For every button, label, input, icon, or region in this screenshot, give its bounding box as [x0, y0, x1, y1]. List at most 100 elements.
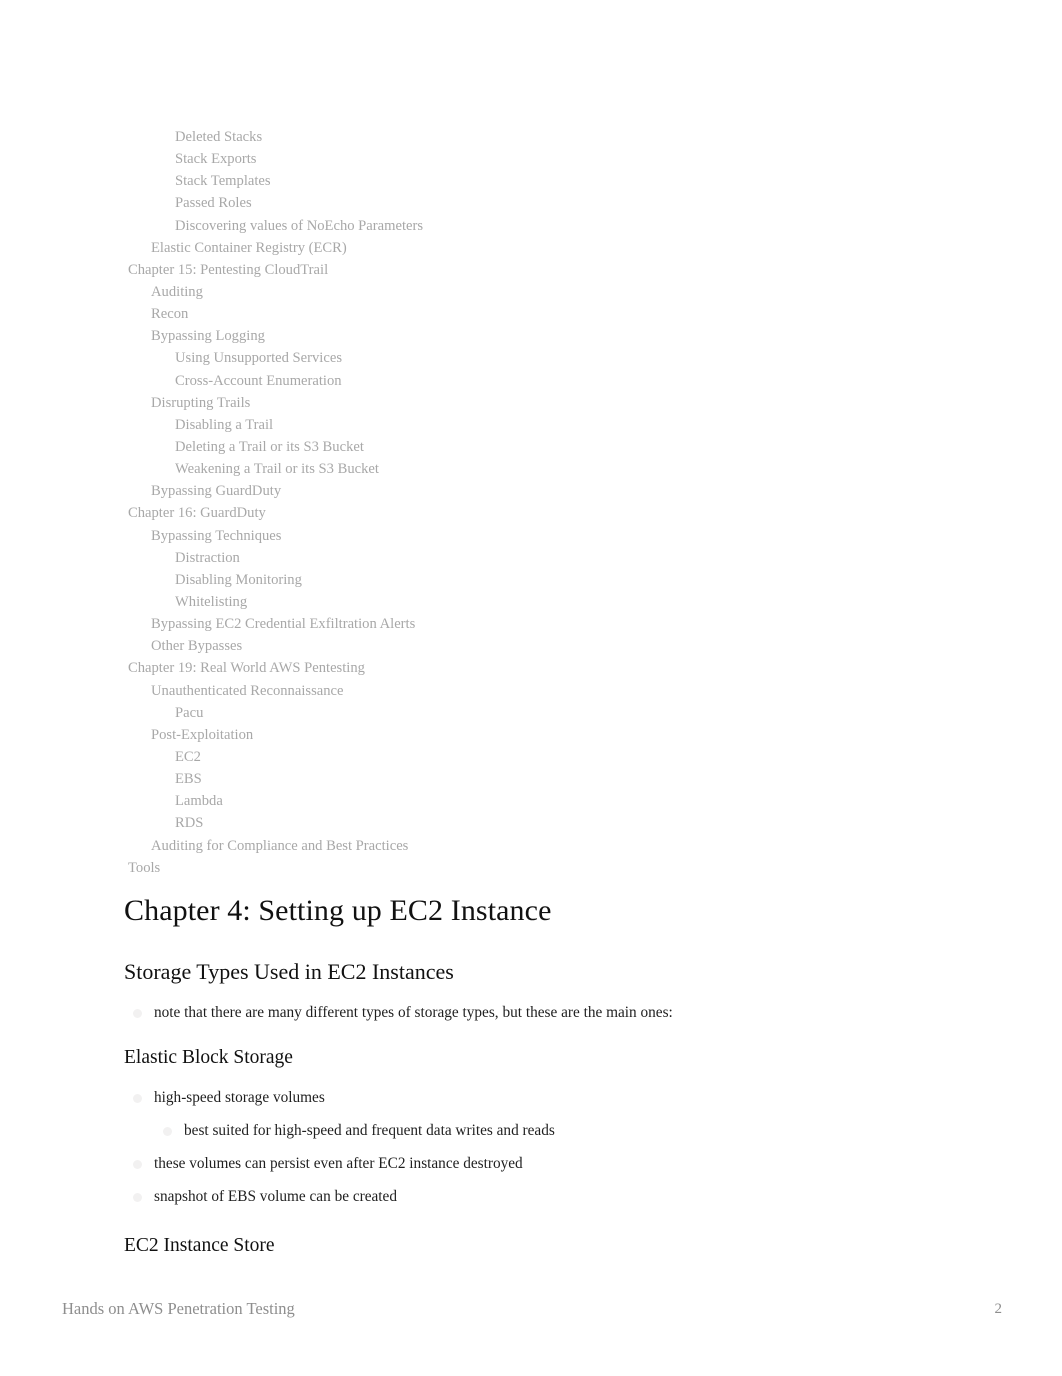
- subsection-heading-ec2-instance-store: EC2 Instance Store: [124, 1235, 275, 1256]
- toc-entry[interactable]: Auditing for Compliance and Best Practic…: [0, 835, 1062, 857]
- subsection-heading-elastic-block-storage: Elastic Block Storage: [124, 1047, 293, 1068]
- page-content: Chapter 4: Setting up EC2 Instance Stora…: [0, 890, 1062, 1261]
- toc-entry-label: Using Unsupported Services: [175, 350, 342, 367]
- toc-entry-label: Deleting a Trail or its S3 Bucket: [175, 438, 364, 455]
- toc-entry[interactable]: Disrupting Trails: [0, 392, 1062, 414]
- toc-entry[interactable]: Chapter 19: Real World AWS Pentesting: [0, 657, 1062, 679]
- toc-entry[interactable]: Lambda: [0, 790, 1062, 812]
- toc-entry[interactable]: Whitelisting: [0, 591, 1062, 613]
- toc-entry-label: Chapter 16: GuardDuty: [128, 505, 266, 522]
- page-footer: Hands on AWS Penetration Testing 2: [0, 1297, 1062, 1321]
- toc-entry-label: Bypassing Techniques: [151, 527, 282, 544]
- toc-entry-label: Bypassing GuardDuty: [151, 483, 282, 500]
- toc-entry-label: Lambda: [175, 793, 223, 810]
- bullet-dot-icon: [133, 1193, 142, 1202]
- toc-entry-label: Auditing: [151, 283, 203, 300]
- list-item: best suited for high-speed and frequent …: [0, 1120, 1062, 1141]
- list-item: high-speed storage volumes: [0, 1087, 1062, 1108]
- toc-entry-label: Whitelisting: [175, 593, 248, 610]
- toc-entry[interactable]: Elastic Container Registry (ECR): [0, 237, 1062, 259]
- toc-entry[interactable]: Distraction: [0, 547, 1062, 569]
- list-item-label: snapshot of EBS volume can be created: [154, 1188, 397, 1205]
- toc-entry-label: Auditing for Compliance and Best Practic…: [151, 837, 409, 854]
- bullet-dot-icon: [133, 1009, 142, 1018]
- toc-entry[interactable]: Other Bypasses: [0, 635, 1062, 657]
- toc-entry[interactable]: Post-Exploitation: [0, 724, 1062, 746]
- toc-entry[interactable]: Bypassing GuardDuty: [0, 480, 1062, 502]
- toc-entry-label: Discovering values of NoEcho Parameters: [175, 217, 424, 234]
- toc-entry[interactable]: Tools: [0, 857, 1062, 879]
- toc-entry-label: Chapter 19: Real World AWS Pentesting: [128, 660, 365, 677]
- document-page: Deleted Stacks Stack Exports Stack Templat…: [0, 0, 1062, 1376]
- toc-entry[interactable]: Auditing: [0, 281, 1062, 303]
- bullet-dot-icon: [133, 1160, 142, 1169]
- toc-entry[interactable]: Bypassing EC2 Credential Exfiltration Al…: [0, 613, 1062, 635]
- footer-document-title: Hands on AWS Penetration Testing: [62, 1299, 295, 1318]
- toc-entry[interactable]: Chapter 15: Pentesting CloudTrail: [0, 259, 1062, 281]
- table-of-contents: Deleted Stacks Stack Exports Stack Templat…: [0, 126, 1062, 879]
- toc-entry-label: Unauthenticated Reconnaissance: [151, 682, 344, 699]
- toc-entry-label: Elastic Container Registry (ECR): [151, 239, 347, 256]
- toc-entry[interactable]: Stack Exports: [0, 148, 1062, 170]
- toc-entry-label: Pacu: [175, 704, 204, 721]
- toc-entry-label: Recon: [151, 306, 189, 323]
- chapter-heading: Chapter 4: Setting up EC2 Instance: [124, 894, 552, 927]
- bullet-dot-icon: [163, 1127, 172, 1136]
- toc-entry[interactable]: Using Unsupported Services: [0, 347, 1062, 369]
- toc-entry-label: Tools: [128, 859, 161, 876]
- toc-entry[interactable]: Weakening a Trail or its S3 Bucket: [0, 458, 1062, 480]
- toc-entry-label: Stack Exports: [175, 151, 257, 168]
- toc-entry[interactable]: Deleted Stacks: [0, 126, 1062, 148]
- toc-entry-label: RDS: [175, 815, 204, 832]
- section-heading-storage-types: Storage Types Used in EC2 Instances: [124, 959, 454, 984]
- toc-entry[interactable]: Disabling Monitoring: [0, 569, 1062, 591]
- toc-entry-label: Cross-Account Enumeration: [175, 372, 342, 389]
- toc-entry[interactable]: Deleting a Trail or its S3 Bucket: [0, 436, 1062, 458]
- toc-entry[interactable]: Disabling a Trail: [0, 414, 1062, 436]
- list-item-label: note that there are many different types…: [154, 1004, 673, 1021]
- toc-entry-label: Deleted Stacks: [175, 129, 263, 145]
- ebs-bullet-list: high-speed storage volumes best suited fo…: [0, 1087, 1062, 1207]
- toc-entry[interactable]: Recon: [0, 303, 1062, 325]
- toc-entry-label: EC2: [175, 748, 201, 765]
- toc-entry[interactable]: Stack Templates: [0, 170, 1062, 192]
- toc-entry-label: Chapter 15: Pentesting CloudTrail: [128, 261, 329, 278]
- toc-entry-label: Bypassing EC2 Credential Exfiltration Al…: [151, 616, 416, 633]
- toc-entry[interactable]: Bypassing Techniques: [0, 525, 1062, 547]
- toc-entry[interactable]: Pacu: [0, 702, 1062, 724]
- toc-entry-label: Disabling a Trail: [175, 416, 274, 433]
- toc-entry-label: Passed Roles: [175, 195, 252, 212]
- list-item-label: best suited for high-speed and frequent …: [184, 1122, 555, 1139]
- toc-entry[interactable]: EC2: [0, 746, 1062, 768]
- toc-entry-label: Other Bypasses: [151, 638, 243, 655]
- list-item: snapshot of EBS volume can be created: [0, 1186, 1062, 1207]
- toc-entry-label: Stack Templates: [175, 173, 271, 190]
- toc-entry[interactable]: EBS: [0, 768, 1062, 790]
- list-item-label: these volumes can persist even after EC2…: [154, 1155, 523, 1172]
- toc-entry[interactable]: Unauthenticated Reconnaissance: [0, 680, 1062, 702]
- toc-entry[interactable]: Bypassing Logging: [0, 325, 1062, 347]
- toc-entry[interactable]: RDS: [0, 812, 1062, 834]
- toc-entry-label: Distraction: [175, 549, 240, 566]
- toc-entry-label: Disrupting Trails: [151, 394, 251, 411]
- toc-entry[interactable]: Chapter 16: GuardDuty: [0, 502, 1062, 524]
- list-item: these volumes can persist even after EC2…: [0, 1153, 1062, 1174]
- toc-entry-label: EBS: [175, 771, 202, 788]
- list-item-label: high-speed storage volumes: [154, 1089, 325, 1106]
- toc-entry[interactable]: Cross-Account Enumeration: [0, 370, 1062, 392]
- toc-entry-label: Disabling Monitoring: [175, 571, 302, 588]
- toc-entry[interactable]: Passed Roles: [0, 192, 1062, 214]
- list-item: note that there are many different types…: [0, 1002, 1062, 1023]
- toc-entry-label: Post-Exploitation: [151, 726, 254, 743]
- bullet-dot-icon: [133, 1094, 142, 1103]
- footer-page-number: 2: [994, 1301, 1003, 1317]
- toc-entry-label: Bypassing Logging: [151, 328, 265, 345]
- toc-entry[interactable]: Discovering values of NoEcho Parameters: [0, 215, 1062, 237]
